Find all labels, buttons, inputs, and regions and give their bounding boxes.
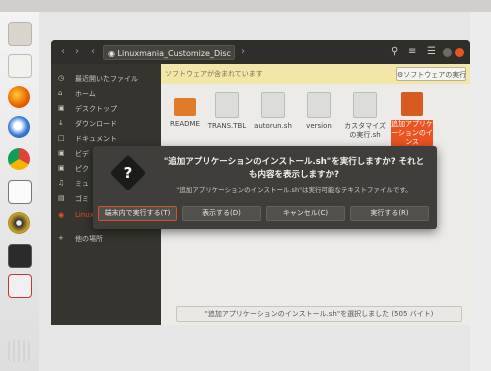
file-item[interactable]: README [165, 92, 205, 129]
document-icon[interactable] [8, 180, 32, 204]
script-file-icon [401, 92, 423, 116]
sidebar-item-recent[interactable]: ◷ 最近開いたファイル [51, 72, 161, 86]
home-icon: ⌂ [58, 89, 63, 97]
run-software-button[interactable]: ⚙ソフトウェアの実行 [396, 67, 466, 81]
disc-icon: ◉ [58, 211, 65, 219]
apps-grid-icon[interactable] [8, 340, 30, 362]
disc-icon[interactable] [8, 212, 30, 234]
settings-icon[interactable] [8, 274, 32, 298]
search-icon[interactable]: ⚲ [391, 46, 398, 57]
sidebar-item-desktop[interactable]: ▣ デスクトップ [51, 102, 161, 116]
path-label: Linuxmania_Customize_Disc [117, 49, 231, 58]
file-item-selected[interactable]: 追加アプリケーションのインス [391, 92, 433, 147]
file-label: version [306, 122, 332, 130]
thunderbird-icon[interactable] [8, 116, 30, 138]
sidebar-item-documents[interactable]: □ ドキュメント [51, 132, 161, 146]
files-icon[interactable] [8, 22, 32, 46]
file-item[interactable]: カスタマイズの実行.sh [343, 92, 387, 140]
file-item[interactable]: version [299, 92, 339, 131]
picture-icon: ▣ [58, 164, 65, 172]
file-item[interactable]: autorun.sh [253, 92, 293, 131]
terminal-icon[interactable] [8, 244, 32, 268]
file-label: TRANS.TBL [207, 122, 247, 130]
desktop-background [470, 12, 491, 371]
script-file-icon [353, 92, 377, 118]
text-file-icon [307, 92, 331, 118]
info-bar: ソフトウェアが含まれています ⚙ソフトウェアの実行 [161, 64, 470, 84]
text-editor-icon[interactable] [8, 54, 32, 78]
folder-icon: ▣ [58, 104, 65, 112]
minimize-button[interactable] [443, 48, 452, 57]
menu-icon[interactable]: ☰ [427, 46, 436, 57]
path-left-icon[interactable]: ‹ [91, 46, 95, 57]
music-icon: ♫ [58, 179, 65, 187]
file-label: カスタマイズの実行.sh [344, 122, 386, 139]
close-button[interactable] [455, 48, 464, 57]
launcher-dock [0, 12, 39, 371]
run-confirmation-dialog: ? "追加アプリケーションのインストール.sh"を実行しますか? それとも内容を… [93, 146, 437, 229]
file-item[interactable]: TRANS.TBL [207, 92, 247, 131]
sidebar-item-downloads[interactable]: ↓ ダウンロード [51, 117, 161, 131]
path-right-icon[interactable]: › [241, 46, 245, 57]
file-label: autorun.sh [254, 122, 292, 130]
disc-icon: ◉ [108, 49, 115, 58]
run-in-terminal-button[interactable]: 端末内で実行する(T) [98, 206, 177, 221]
download-icon: ↓ [58, 119, 64, 127]
file-label: 追加アプリケーションのインス [391, 120, 433, 147]
sidebar-item-home[interactable]: ⌂ ホーム [51, 87, 161, 101]
script-file-icon [261, 92, 285, 118]
plus-icon: + [58, 234, 64, 242]
video-icon: ▣ [58, 149, 65, 157]
dialog-subtitle: "追加アプリケーションのインストール.sh"は実行可能なテキストファイルです。 [176, 186, 412, 194]
text-file-icon [215, 92, 239, 118]
question-icon: ? [123, 164, 133, 182]
forward-icon[interactable]: › [75, 46, 79, 57]
run-button[interactable]: 実行する(R) [350, 206, 429, 221]
clock-icon: ◷ [58, 74, 65, 82]
dialog-title: "追加アプリケーションのインストール.sh"を実行しますか? それとも内容を表示… [163, 157, 425, 180]
chrome-icon[interactable] [8, 148, 30, 170]
info-bar-message: ソフトウェアが含まれています [165, 70, 263, 78]
path-button[interactable]: ◉ Linuxmania_Customize_Disc [103, 45, 235, 60]
header-bar: ‹ › ‹ ◉ Linuxmania_Customize_Disc › ⚲ ≡ … [51, 40, 470, 64]
cancel-button[interactable]: キャンセル(C) [266, 206, 345, 221]
status-bar: "追加アプリケーションのインストール.sh"を選択しました (505 バイト) [176, 306, 462, 322]
document-icon: □ [58, 134, 65, 142]
top-panel [0, 0, 491, 12]
trash-icon: ▤ [58, 194, 65, 202]
back-icon[interactable]: ‹ [61, 46, 65, 57]
view-options-icon[interactable]: ≡ [408, 46, 416, 57]
sidebar-item-other-locations[interactable]: + 他の場所 [51, 232, 161, 246]
folder-icon [174, 98, 196, 116]
display-button[interactable]: 表示する(D) [182, 206, 261, 221]
firefox-icon[interactable] [8, 86, 30, 108]
file-label: README [170, 120, 200, 128]
